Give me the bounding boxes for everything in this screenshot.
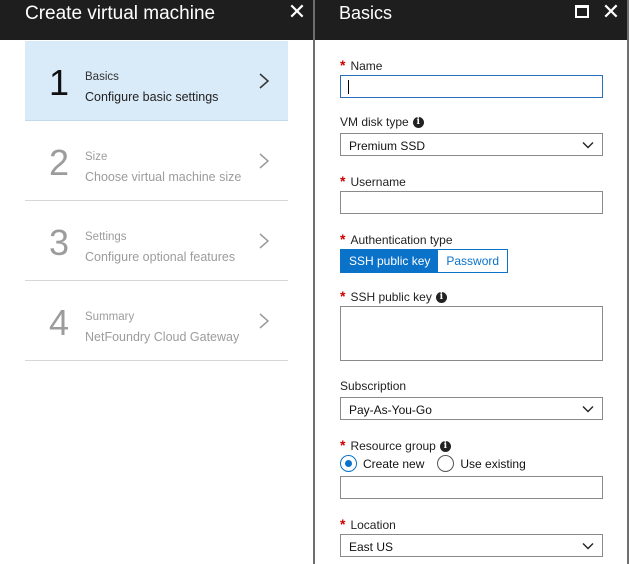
ssh-key-label: * SSH public key i (340, 288, 447, 304)
text-caret (348, 80, 349, 94)
basics-blade: Basics ✕ * Name VM disk type i Premium SSD… (315, 0, 629, 564)
username-label: * Username (340, 173, 406, 189)
auth-type-toggle: SSH public key Password (340, 249, 509, 273)
step-subtitle: NetFoundry Cloud Gateway (85, 330, 240, 344)
vm-disk-type-select[interactable]: Premium SSD (340, 133, 603, 156)
info-icon[interactable]: i (439, 441, 451, 453)
step-number: 2 (49, 142, 70, 183)
info-icon[interactable]: i (435, 292, 447, 304)
step-number: 4 (49, 302, 70, 343)
use-existing-radio[interactable] (437, 455, 455, 472)
chevron-down-icon (582, 543, 594, 550)
required-mark: * (340, 516, 346, 532)
select-value: Premium SSD (349, 139, 426, 153)
step-number: 1 (49, 62, 70, 103)
required-mark: * (340, 57, 346, 73)
blade-title: Create virtual machine (25, 3, 216, 24)
close-icon[interactable]: ✕ (285, 0, 309, 24)
chevron-right-icon (259, 153, 270, 169)
step-basics[interactable]: 1 Basics Configure basic settings (25, 41, 288, 121)
info-icon[interactable]: i (412, 117, 424, 129)
select-value: Pay-As-You-Go (349, 403, 432, 417)
step-subtitle: Configure basic settings (85, 90, 219, 104)
step-summary[interactable]: 4 Summary NetFoundry Cloud Gateway (25, 281, 288, 361)
chevron-right-icon (259, 233, 270, 249)
wizard-steps: 1 Basics Configure basic settings 2 Size… (25, 41, 288, 361)
step-settings[interactable]: 3 Settings Configure optional features (25, 201, 288, 281)
blade-title: Basics (339, 3, 393, 23)
step-title: Size (85, 151, 108, 163)
step-title: Summary (85, 311, 135, 323)
close-icon[interactable]: ✕ (599, 0, 623, 24)
use-existing-label[interactable]: Use existing (460, 457, 525, 471)
blade-header: Create virtual machine ✕ (0, 0, 313, 40)
location-select[interactable]: East US (340, 534, 603, 557)
step-title: Basics (85, 71, 119, 83)
create-new-radio[interactable] (340, 455, 357, 472)
ssh-key-textarea[interactable] (340, 306, 603, 361)
step-number: 3 (49, 222, 70, 263)
subscription-label: Subscription (340, 379, 407, 393)
select-value: East US (349, 540, 394, 554)
resource-group-label: * Resource group i (340, 437, 451, 453)
step-size[interactable]: 2 Size Choose virtual machine size (25, 121, 288, 201)
subscription-select[interactable]: Pay-As-You-Go (340, 397, 603, 420)
maximize-icon[interactable] (575, 5, 589, 18)
step-subtitle: Configure optional features (85, 250, 236, 264)
vm-disk-type-label: VM disk type i (340, 115, 424, 129)
name-input[interactable] (340, 75, 603, 98)
resource-group-radios: Create new Use existing (340, 455, 539, 472)
chevron-right-icon (259, 313, 270, 329)
location-label: * Location (340, 516, 396, 532)
create-new-label[interactable]: Create new (363, 457, 424, 471)
required-mark: * (340, 231, 346, 247)
chevron-down-icon (582, 142, 594, 149)
password-option[interactable]: Password (438, 250, 508, 272)
required-mark: * (340, 288, 346, 304)
required-mark: * (340, 437, 346, 453)
ssh-public-key-option[interactable]: SSH public key (341, 250, 439, 272)
username-input[interactable] (340, 191, 603, 214)
chevron-down-icon (582, 406, 594, 413)
blade-header: Basics ✕ (315, 0, 627, 40)
name-label: * Name (340, 57, 383, 73)
chevron-right-icon (259, 73, 270, 89)
required-mark: * (340, 173, 346, 189)
create-vm-blade: Create virtual machine ✕ 1 Basics Config… (0, 0, 313, 564)
resource-group-input[interactable] (340, 476, 603, 499)
step-subtitle: Choose virtual machine size (85, 170, 242, 184)
auth-type-label: * Authentication type (340, 231, 453, 247)
step-title: Settings (85, 231, 127, 243)
